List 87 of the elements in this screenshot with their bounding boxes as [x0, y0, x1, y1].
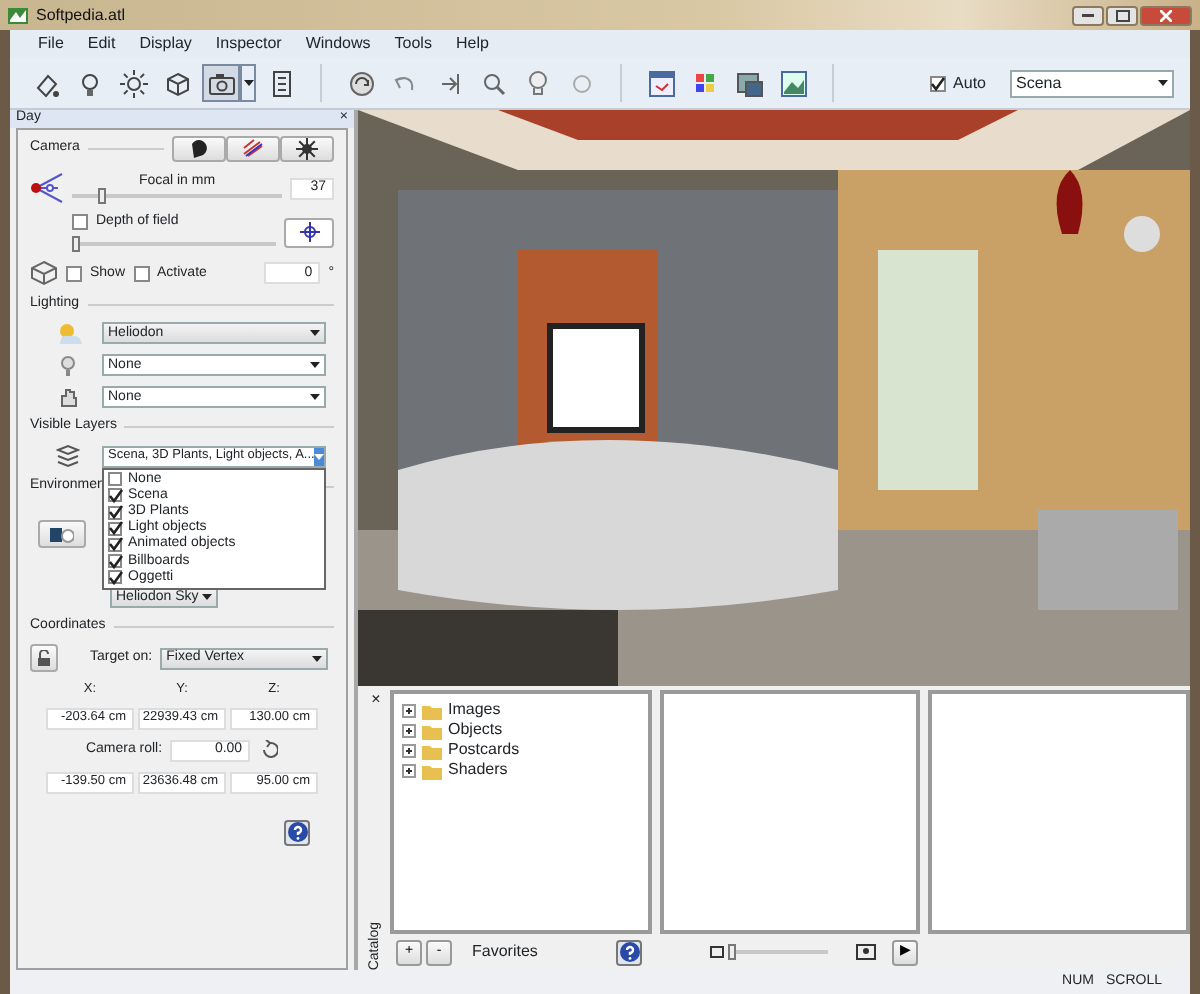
- camera-button[interactable]: [202, 64, 240, 102]
- camera-frustum-icon: [30, 172, 64, 204]
- caret-icon: [202, 594, 212, 601]
- scene-dropdown[interactable]: Scena: [1010, 69, 1174, 97]
- paint-bucket-icon: [31, 69, 59, 97]
- camera-icon: [207, 69, 235, 97]
- depth-slider-thumb[interactable]: [72, 236, 80, 253]
- sun-button[interactable]: [114, 64, 152, 102]
- gear-icon: [296, 138, 318, 160]
- activate-checkbox[interactable]: [133, 265, 150, 282]
- small-picture-icon: [710, 946, 724, 958]
- option-checkbox[interactable]: [108, 472, 122, 487]
- show-checkbox[interactable]: [66, 265, 82, 282]
- large-picture-icon: [856, 944, 876, 960]
- caret-icon: [243, 80, 253, 86]
- menu-item[interactable]: Windows: [305, 34, 371, 54]
- caret-icon: [314, 453, 325, 460]
- checkbox-label: Auto: [953, 73, 986, 93]
- close-icon: [1160, 9, 1172, 21]
- expander-icon[interactable]: [402, 703, 416, 717]
- picture-icon: [779, 69, 807, 97]
- favorites-label: Favorites: [472, 942, 540, 962]
- light-bulb-icon: [60, 355, 76, 376]
- caret-icon: [310, 362, 320, 369]
- option-checkbox[interactable]: [108, 570, 122, 585]
- cube-icon: [163, 69, 191, 97]
- lock-button[interactable]: [30, 644, 58, 673]
- expander-icon[interactable]: [402, 743, 416, 757]
- option-checkbox[interactable]: [108, 521, 122, 536]
- expander-icon[interactable]: [402, 763, 416, 777]
- cube-icon: [30, 260, 58, 287]
- option-checkbox[interactable]: [108, 554, 122, 569]
- menu-item[interactable]: Edit: [87, 34, 116, 54]
- option-checkbox[interactable]: [108, 488, 122, 503]
- target-button[interactable]: [284, 217, 334, 248]
- search-icon: [479, 69, 507, 97]
- lines-button[interactable]: [226, 136, 280, 162]
- environment-button[interactable]: [38, 520, 86, 549]
- menu-item[interactable]: Help: [455, 34, 489, 54]
- minimize-button[interactable]: [1072, 5, 1104, 25]
- layers-icon: [56, 444, 80, 469]
- minimize-icon: [1082, 13, 1094, 17]
- sun-cloud-icon: [55, 322, 81, 345]
- close-button[interactable]: ×: [371, 690, 381, 709]
- gear-button[interactable]: [280, 136, 334, 162]
- zoom-slider-thumb[interactable]: [728, 944, 736, 960]
- menu-item[interactable]: File: [38, 34, 64, 54]
- environment-icon: [50, 525, 74, 544]
- focal-slider-thumb[interactable]: [97, 188, 106, 205]
- caret-icon: [312, 655, 323, 662]
- help-button[interactable]: [284, 819, 310, 846]
- maximize-button[interactable]: [1106, 5, 1138, 25]
- light-bulb-icon: [523, 69, 551, 97]
- dropdown-button[interactable]: [240, 64, 256, 102]
- expander-icon[interactable]: [402, 723, 416, 737]
- menu-item[interactable]: Tools: [394, 34, 432, 54]
- depth-of-field-checkbox[interactable]: [72, 214, 88, 231]
- option-checkbox[interactable]: [108, 505, 122, 520]
- caret-icon: [310, 394, 320, 401]
- dropdown-arrow-button[interactable]: [314, 447, 325, 466]
- caret-icon: [310, 330, 320, 337]
- app-icon: [8, 5, 28, 25]
- tree-item[interactable]: Images: [448, 700, 501, 720]
- padlock-icon: [36, 650, 52, 667]
- caret-icon: [1158, 80, 1168, 86]
- help-icon: [619, 942, 639, 962]
- window-icon: [647, 69, 675, 97]
- close-button[interactable]: [1140, 5, 1192, 25]
- lines-icon: [242, 138, 264, 160]
- sun-icon: [119, 69, 147, 97]
- menu-item[interactable]: Display: [139, 34, 192, 54]
- tree-item[interactable]: Shaders: [448, 760, 508, 780]
- refresh-icon: [347, 69, 375, 97]
- tree-item[interactable]: Postcards: [448, 740, 520, 760]
- pictures-icon: [735, 69, 763, 97]
- maximize-icon: [1115, 9, 1129, 21]
- document-icon: [267, 69, 295, 97]
- rotate-icon: [258, 740, 279, 761]
- option-checkbox[interactable]: [108, 537, 122, 552]
- auto-checkbox[interactable]: [929, 75, 946, 91]
- menu-item[interactable]: Inspector: [215, 34, 282, 54]
- window-title: Softpedia.atl: [36, 5, 125, 25]
- palette-icon: [691, 69, 719, 97]
- help-icon: [287, 822, 307, 843]
- help-button[interactable]: [616, 939, 642, 965]
- tree-item[interactable]: Objects: [448, 720, 503, 740]
- crosshair-icon: [299, 222, 319, 243]
